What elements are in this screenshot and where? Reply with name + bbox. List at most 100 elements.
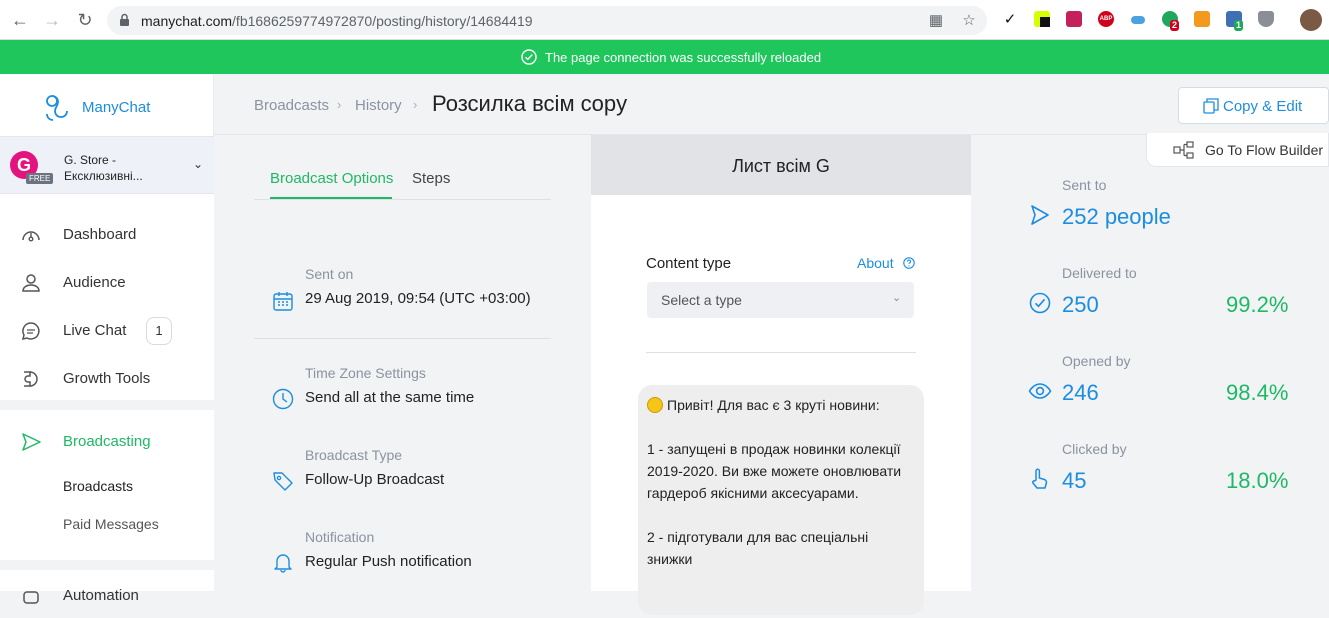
notification-label: Notification xyxy=(305,529,375,545)
connection-banner: The page connection was successfully rel… xyxy=(0,40,1329,74)
person-icon xyxy=(22,274,40,292)
shopping-bag-icon[interactable] xyxy=(1194,11,1210,27)
sidebar-item-label: Automation xyxy=(63,587,139,604)
breadcrumb-history[interactable]: History xyxy=(355,97,402,114)
broadcast-type-value: Follow-Up Broadcast xyxy=(305,471,445,488)
smile-emoji-icon xyxy=(647,397,663,413)
chevron-down-icon: ⌄ xyxy=(892,292,902,304)
shield-extension-icon[interactable] xyxy=(1258,11,1274,27)
content-type-select[interactable]: Select a type ⌄ xyxy=(647,282,914,318)
star-icon[interactable]: ☆ xyxy=(960,12,978,30)
clicked-label: Clicked by xyxy=(1062,441,1127,457)
content-type-label: Content type xyxy=(646,255,732,272)
extension-highlight-icon[interactable] xyxy=(1034,11,1050,27)
check-circle-icon xyxy=(521,49,537,65)
chevron-right-icon: › xyxy=(413,97,418,112)
sidebar-item-label: Broadcasting xyxy=(63,433,151,450)
opened-value: 246 xyxy=(1062,380,1099,405)
sidebar-item-growth-tools[interactable]: Growth Tools xyxy=(0,357,214,401)
page-header: Broadcasts › History › Розсилка всім cop… xyxy=(214,74,1329,135)
url-text: manychat.com/fb1686259774972870/posting/… xyxy=(141,13,533,29)
plan-badge: FREE xyxy=(26,173,54,184)
copy-edit-label: Copy & Edit xyxy=(1223,98,1303,115)
address-bar[interactable]: manychat.com/fb1686259774972870/posting/… xyxy=(107,6,987,35)
url-path: /fb1686259774972870/posting/history/1468… xyxy=(232,13,533,29)
sidebar-item-label: Audience xyxy=(63,274,126,291)
account-name: G. Store - Ексклюзивні... xyxy=(64,153,143,183)
delivered-value: 250 xyxy=(1062,292,1099,317)
cloud-icon[interactable] xyxy=(1130,11,1146,27)
sidebar-subitem-broadcasts[interactable]: Broadcasts xyxy=(63,478,133,494)
message-text: Привіт! Для вас є 3 круті новини: 1 - за… xyxy=(647,397,902,567)
sidebar-item-label: Growth Tools xyxy=(63,370,151,387)
sidebar-item-broadcasting[interactable]: Broadcasting xyxy=(0,420,214,464)
banner-message: The page connection was successfully rel… xyxy=(545,50,822,65)
opened-percent: 98.4% xyxy=(1226,380,1289,405)
adblock-icon[interactable]: ABP xyxy=(1098,11,1114,27)
brand[interactable]: ManyChat xyxy=(0,74,214,136)
sidebar-item-audience[interactable]: Audience xyxy=(0,261,214,305)
lock-icon xyxy=(120,13,129,26)
timezone-value: Send all at the same time xyxy=(305,389,475,406)
profile-avatar[interactable] xyxy=(1300,9,1322,31)
message-bubble: Привіт! Для вас є 3 круті новини: 1 - за… xyxy=(638,385,924,615)
sidebar: ManyChat G FREE G. Store - Ексклюзивні..… xyxy=(0,74,214,604)
copy-icon xyxy=(1203,98,1219,114)
preview-divider xyxy=(646,352,916,353)
message-preview: Лист всім G Content type About Select a … xyxy=(591,135,971,615)
chat-bubble-icon xyxy=(21,322,40,341)
tabs-divider xyxy=(254,199,551,200)
flow-builder-label: Go To Flow Builder xyxy=(1205,142,1324,158)
preview-header: Лист всім G xyxy=(591,135,971,195)
checkmark-extension-icon[interactable]: ✓ xyxy=(1001,11,1019,29)
magnet-icon xyxy=(24,371,38,387)
tab-steps[interactable]: Steps xyxy=(412,170,450,187)
reload-icon[interactable]: ↻ xyxy=(75,10,95,30)
page-title: Розсилка всім copy xyxy=(432,91,628,116)
opened-label: Opened by xyxy=(1062,353,1131,369)
sidebar-item-automation[interactable]: Automation xyxy=(0,574,214,618)
sidebar-item-dashboard[interactable]: Dashboard xyxy=(0,213,214,257)
help-circle-icon[interactable] xyxy=(903,257,915,269)
paper-plane-icon xyxy=(1031,205,1049,225)
gauge-icon xyxy=(22,231,40,242)
select-placeholder: Select a type xyxy=(661,292,742,308)
options-divider xyxy=(254,338,551,339)
browser-toolbar: ← → ↻ manychat.com/fb1686259774972870/po… xyxy=(0,0,1329,40)
tab-broadcast-options[interactable]: Broadcast Options xyxy=(270,170,393,187)
extension-crown-icon[interactable] xyxy=(1066,11,1082,27)
pointer-hand-icon xyxy=(1031,468,1048,489)
translate-icon[interactable]: ▦ xyxy=(927,12,945,30)
delivered-label: Delivered to xyxy=(1062,265,1137,281)
shield-check-extension-icon[interactable]: 2 xyxy=(1162,11,1180,31)
clicked-percent: 18.0% xyxy=(1226,468,1289,493)
unread-count-badge: 1 xyxy=(146,317,172,345)
paper-plane-icon xyxy=(22,433,41,451)
sidebar-item-label: Dashboard xyxy=(63,226,137,243)
notification-value: Regular Push notification xyxy=(305,553,472,570)
sent-to-label: Sent to xyxy=(1062,177,1107,193)
delivered-percent: 99.2% xyxy=(1226,292,1289,317)
clock-icon xyxy=(272,388,294,410)
url-domain: manychat.com xyxy=(141,13,233,29)
nav-divider xyxy=(0,560,214,570)
account-switcher[interactable]: G FREE G. Store - Ексклюзивні... ⌄ xyxy=(0,136,214,194)
copy-edit-button[interactable]: Copy & Edit xyxy=(1178,87,1329,124)
about-link[interactable]: About xyxy=(857,255,894,271)
tag-icon xyxy=(273,472,293,491)
check-circle-icon xyxy=(1029,292,1051,314)
sidebar-item-label: Live Chat xyxy=(63,322,127,339)
timezone-label: Time Zone Settings xyxy=(305,365,426,381)
breadcrumb-broadcasts[interactable]: Broadcasts xyxy=(254,97,329,114)
back-arrow-icon[interactable]: ← xyxy=(10,10,30,30)
nav-divider xyxy=(0,400,214,410)
forward-arrow-icon[interactable]: → xyxy=(42,10,62,30)
brand-name: ManyChat xyxy=(82,99,151,116)
chevron-right-icon: › xyxy=(337,97,342,112)
sent-on-value: 29 Aug 2019, 09:54 (UTC +03:00) xyxy=(305,290,531,307)
broadcast-type-label: Broadcast Type xyxy=(305,447,403,463)
code-extension-icon[interactable]: 1 xyxy=(1226,11,1244,31)
flow-builder-button[interactable]: Go To Flow Builder xyxy=(1146,133,1329,167)
sidebar-item-live-chat[interactable]: Live Chat 1 xyxy=(0,309,214,353)
sidebar-subitem-paid-messages[interactable]: Paid Messages xyxy=(63,516,159,532)
